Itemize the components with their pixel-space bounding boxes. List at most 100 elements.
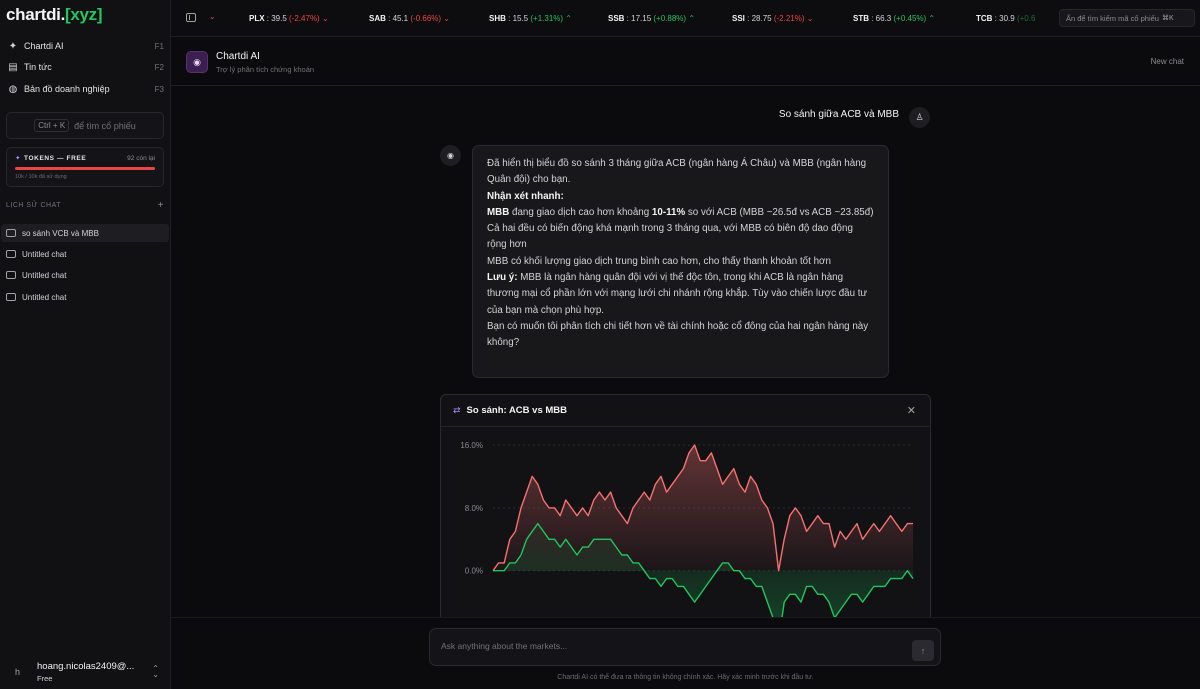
token-usage-text: 10k / 10k đã sử dụng xyxy=(15,174,67,180)
nav-chartdi-ai[interactable]: ✦ Chartdi AI F1 xyxy=(6,37,164,55)
message-point-1: MBB đang giao dịch cao hơn khoảng 10-11%… xyxy=(487,205,874,221)
y-tick-label: 8.0% xyxy=(465,504,483,513)
ticker-change: (-0.66%) xyxy=(410,14,442,23)
sidebar-toggle-icon[interactable] xyxy=(186,13,196,22)
ticker-price: 39.5 xyxy=(271,14,287,23)
message-note: Lưu ý: MBB là ngân hàng quân đội với vị … xyxy=(487,270,874,319)
emphasis: MBB xyxy=(487,206,510,218)
emphasis: 10-11% xyxy=(651,206,686,218)
ticker-change: (+1.31%) xyxy=(530,14,564,23)
arrow-down-icon: ⌄ xyxy=(321,14,329,23)
brand-main: chartdi. xyxy=(6,5,66,24)
assistant-message: Đã hiển thị biểu đồ so sánh 3 tháng giữa… xyxy=(472,145,889,378)
token-usage-card: ✦ TOKENS — FREE 92 còn lại 10k / 10k đã s… xyxy=(6,147,164,187)
ticker-symbol: SSB xyxy=(608,14,625,23)
history-item-label: so sánh VCB và MBB xyxy=(22,228,99,238)
chat-bubble-icon xyxy=(6,293,16,301)
ticker-symbol: SHB xyxy=(489,14,506,23)
chart-header: ⇄ So sánh: ACB vs MBB ✕ xyxy=(441,395,930,427)
ticker-price: 30.9 xyxy=(999,14,1015,23)
nav-business-map[interactable]: ◍ Bản đồ doanh nghiệp F3 xyxy=(6,80,164,98)
ticker-item[interactable]: TCB : 30.9 (+0.6 xyxy=(976,14,1056,23)
ticker-item[interactable]: SSB : 17.15 (+0.88%) ⌃ xyxy=(608,14,695,23)
history-item-label: Untitled chat xyxy=(22,292,67,302)
add-chat-icon[interactable]: + xyxy=(158,200,164,211)
compare-icon: ⇄ xyxy=(453,405,461,415)
chevron-down-icon[interactable]: ⌄ xyxy=(209,12,216,21)
arrow-down-icon: ⌄ xyxy=(443,14,450,23)
nav-shortcut: F2 xyxy=(154,62,164,72)
user-message: So sánh giữa ACB và MBB xyxy=(778,109,899,120)
ticker-price: 28.75 xyxy=(751,14,772,23)
user-avatar-icon: ♙ xyxy=(909,107,930,128)
ticker-symbol: SAB xyxy=(369,14,386,23)
history-item-label: Untitled chat xyxy=(22,270,67,280)
nav-label: Bản đồ doanh nghiệp xyxy=(24,84,110,94)
y-tick-label: 0.0% xyxy=(465,567,483,576)
ticker-bar: ⌄ PLX : 39.5 (-2.47%) ⌄ SAB : 45.1 (-0.6… xyxy=(171,0,1200,37)
brand-accent: [xyz] xyxy=(65,5,103,24)
token-remaining: 92 còn lại xyxy=(127,154,155,162)
ticker-item[interactable]: SSI : 28.75 (-2.21%) ⌄ xyxy=(732,14,813,23)
user-avatar: h xyxy=(15,667,21,677)
chat-bubble-icon xyxy=(6,271,16,279)
ticker-symbol: TCB xyxy=(976,14,993,23)
bot-icon: ◉ xyxy=(186,51,208,73)
ticker-change: (+0.6 xyxy=(1016,14,1036,23)
message-point-3: MBB có khối lượng giao dịch trung bình c… xyxy=(487,255,831,267)
comparison-chart-card: ⇄ So sánh: ACB vs MBB ✕ 16.0%8.0%0.0%-8.… xyxy=(440,394,931,634)
brand-logo[interactable]: chartdi.[xyz] xyxy=(6,5,103,25)
chat-bubble-icon xyxy=(6,229,16,237)
composer: ↑ Chartdi AI có thể đưa ra thông tin khô… xyxy=(171,617,1200,689)
ticker-item[interactable]: SHB : 15.5 (+1.31%) ⌃ xyxy=(489,14,572,23)
user-menu[interactable]: h hoang.nicolas2409@... Free ⌃ ⌄ xyxy=(0,655,171,689)
ticker-change: (+0.88%) xyxy=(653,14,687,23)
history-item-label: Untitled chat xyxy=(22,249,67,259)
ticker-item[interactable]: SAB : 45.1 (-0.66%) ⌄ xyxy=(369,14,450,23)
close-icon[interactable]: ✕ xyxy=(907,404,916,417)
app-root: chartdi.[xyz] ✦ Chartdi AI F1 ▤ Tin tức … xyxy=(0,0,1200,689)
ticker-price: 66.3 xyxy=(875,14,892,23)
search-placeholder: Ấn để tìm kiếm mã cổ phiếu xyxy=(1066,13,1159,23)
ticker-item[interactable]: STB : 66.3 (+0.45%) ⌃ xyxy=(853,14,935,23)
nav-shortcut: F3 xyxy=(154,84,164,94)
search-shortcut: ⌘K xyxy=(1161,15,1174,22)
user-plan: Free xyxy=(37,674,53,683)
ask-input[interactable] xyxy=(441,639,891,653)
chat-history-title: LỊCH SỬ CHAT xyxy=(6,202,62,209)
ticker-symbol: PLX xyxy=(249,14,265,23)
chat-bubble-icon xyxy=(6,250,16,258)
token-progress-bar xyxy=(15,167,155,170)
news-icon: ▤ xyxy=(8,61,18,73)
ticker-price: 45.1 xyxy=(392,14,409,23)
message-intro: Đã hiển thị biểu đồ so sánh 3 tháng giữa… xyxy=(487,158,867,186)
search-shortcut: Ctrl + K xyxy=(34,119,70,132)
stock-search-input[interactable]: Ấn để tìm kiếm mã cổ phiếu ⌘K xyxy=(1059,9,1195,27)
message-point-2: Cả hai đều có biến động khá mạnh trong 3… xyxy=(487,223,853,251)
nav-shortcut: F1 xyxy=(154,41,164,51)
nav-news[interactable]: ▤ Tin tức F2 xyxy=(6,58,164,76)
ticker-change: (-2.21%) xyxy=(773,14,805,23)
ticker-price: 17.15 xyxy=(631,14,652,23)
bot-avatar-icon: ◉ xyxy=(440,145,461,166)
history-item[interactable]: so sánh VCB và MBB xyxy=(1,224,169,242)
history-item[interactable]: Untitled chat xyxy=(1,288,169,306)
history-item[interactable]: Untitled chat xyxy=(1,266,169,284)
send-button[interactable]: ↑ xyxy=(912,640,934,661)
arrow-up-icon: ↑ xyxy=(920,645,926,656)
text: đang giao dịch cao hơn khoảng xyxy=(509,206,652,218)
history-item[interactable]: Untitled chat xyxy=(1,245,169,263)
chart-title: So sánh: ACB vs MBB xyxy=(466,405,568,416)
stock-search-button[interactable]: Ctrl + K để tìm cổ phiếu xyxy=(6,112,164,139)
ticker-symbol: STB xyxy=(853,14,869,23)
nav-label: Chartdi AI xyxy=(24,41,64,51)
token-label: ✦ TOKENS — FREE xyxy=(15,154,86,162)
chat-history-header: LỊCH SỬ CHAT + xyxy=(6,200,164,211)
message-outro: Bạn có muốn tôi phân tích chi tiết hơn v… xyxy=(487,320,869,349)
sparkle-icon: ✦ xyxy=(8,40,18,52)
arrow-up-icon: ⌃ xyxy=(565,14,572,23)
user-name: hoang.nicolas2409@... xyxy=(37,661,135,672)
ticker-item[interactable]: PLX : 39.5 (-2.47%) ⌄ xyxy=(249,14,329,23)
new-chat-button[interactable]: New chat xyxy=(1151,57,1184,66)
search-hint: để tìm cổ phiếu xyxy=(74,120,136,131)
